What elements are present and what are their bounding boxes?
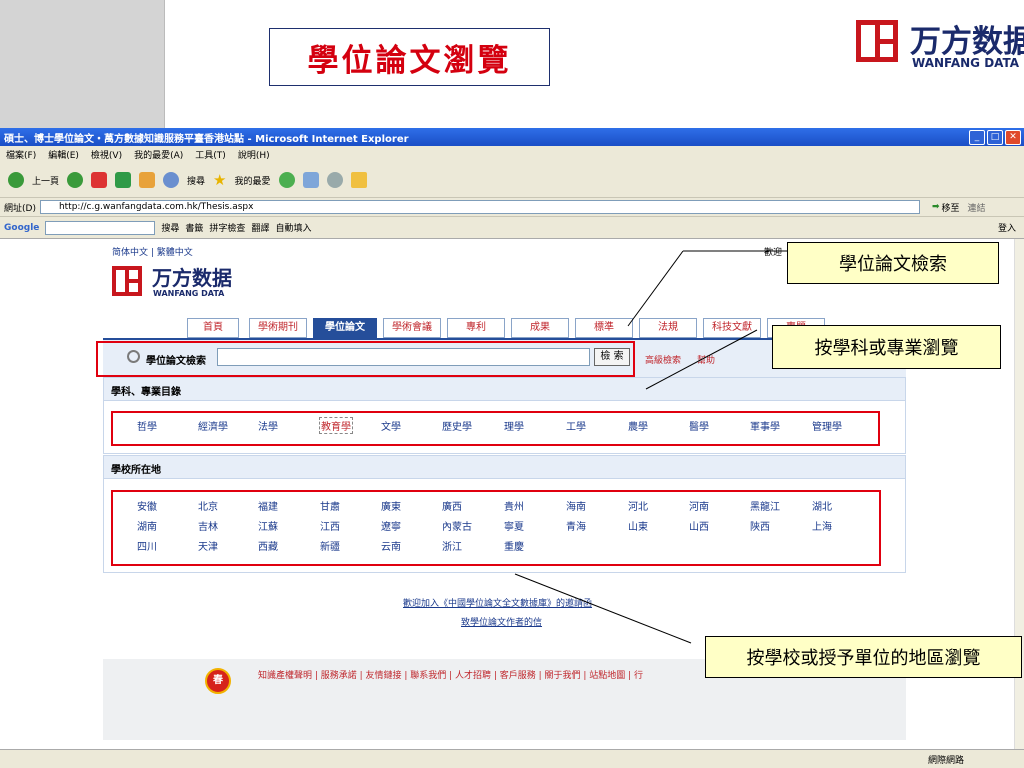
search-callout-line — [627, 250, 684, 327]
region-callout-line — [514, 573, 692, 644]
callout-subject: 按學科或專業瀏覽 — [772, 325, 1001, 369]
subject-callout-line — [645, 329, 758, 390]
callout-search: 學位論文檢索 — [787, 242, 999, 284]
callout-region: 按學校或授予單位的地區瀏覽 — [705, 636, 1022, 678]
